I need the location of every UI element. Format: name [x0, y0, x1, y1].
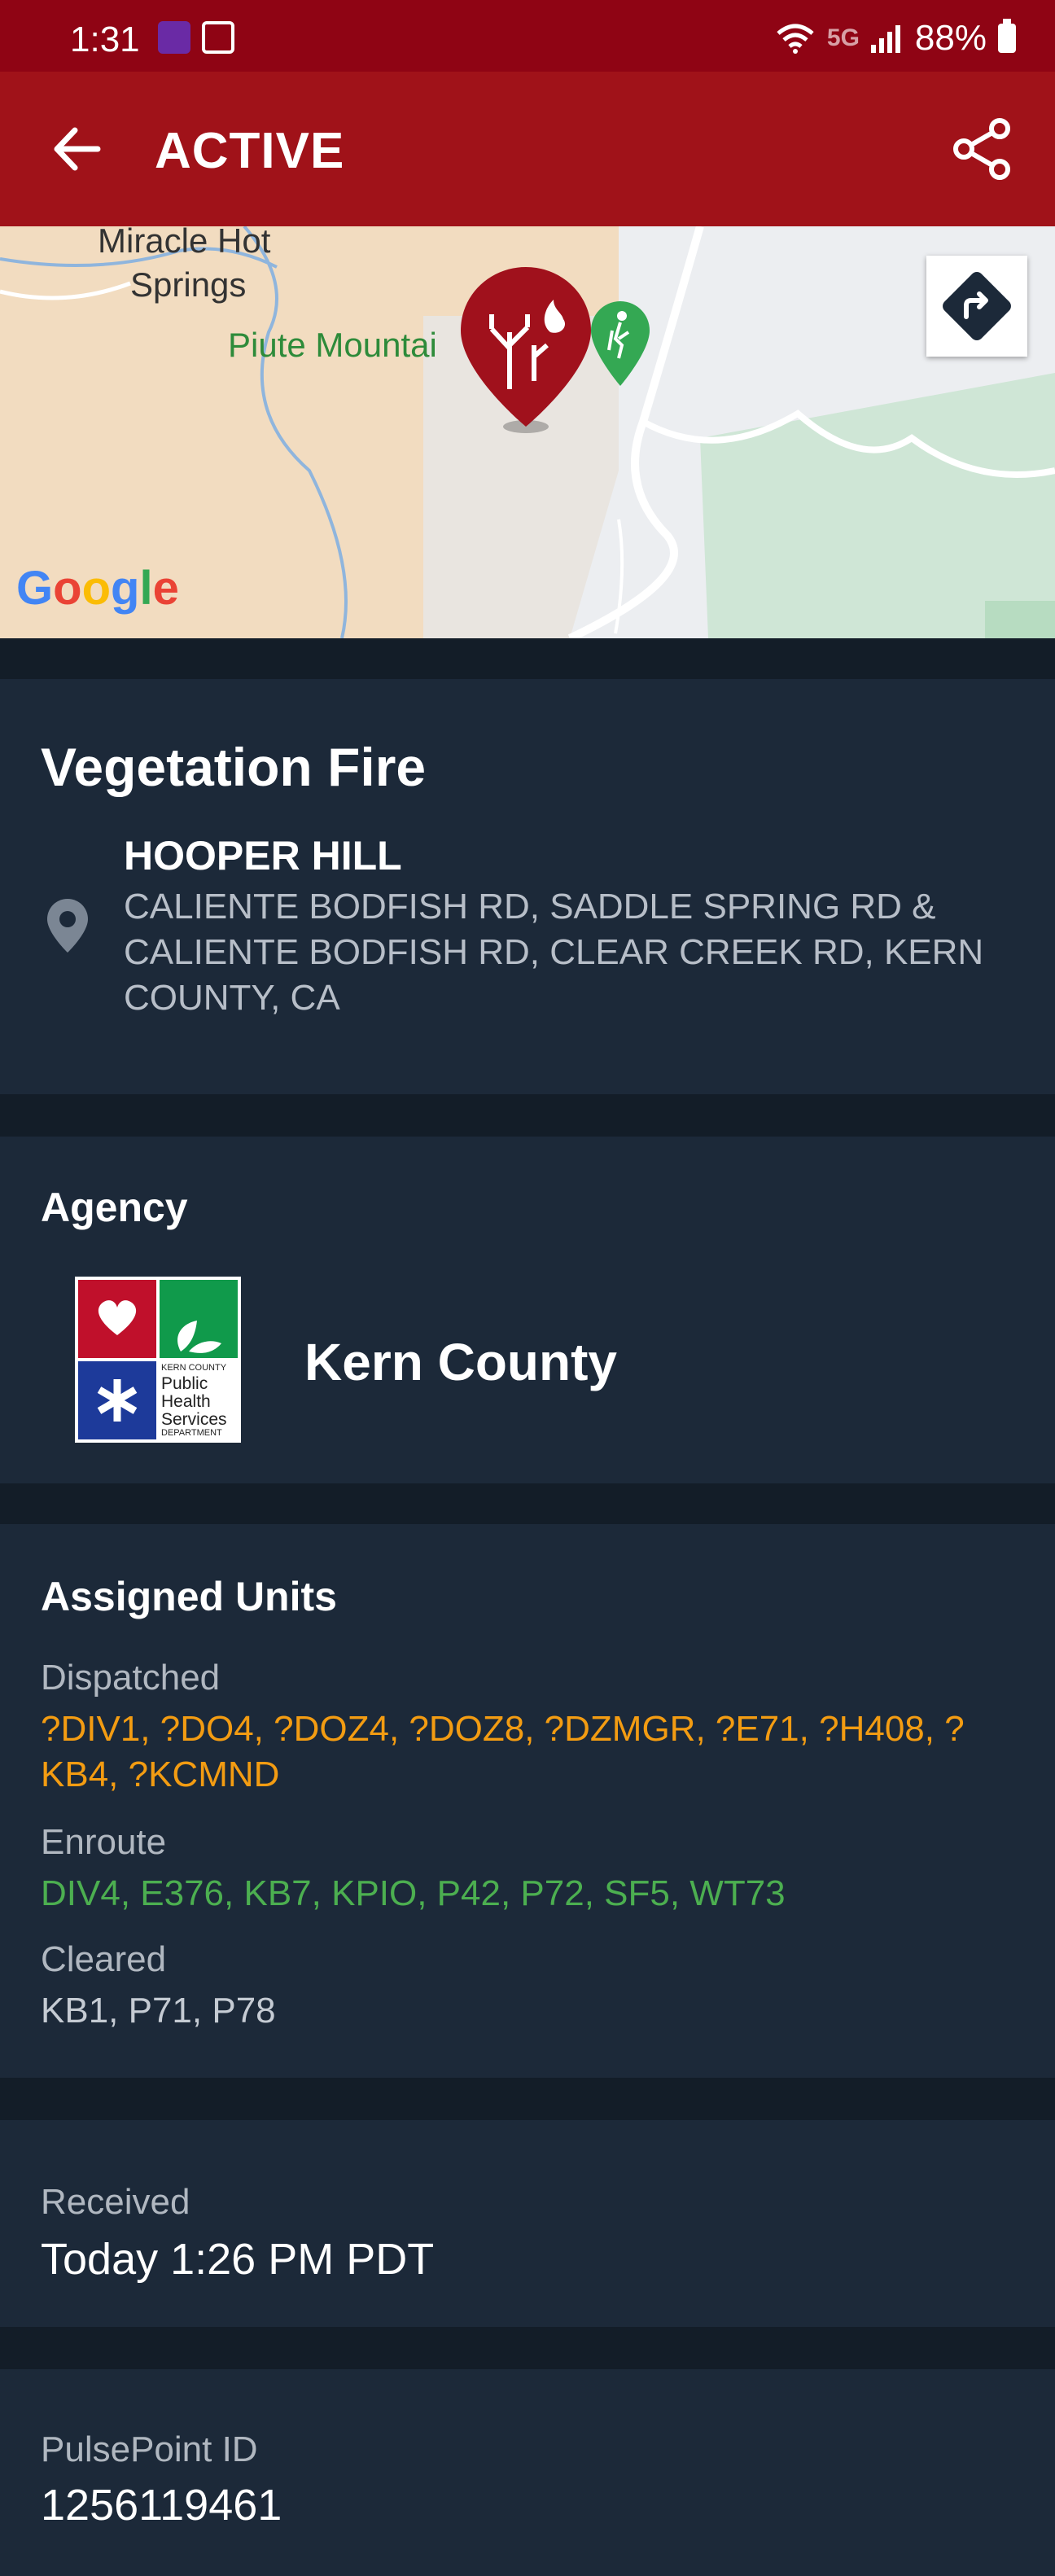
location-name: HOOPER HILL: [124, 833, 402, 878]
incident-map[interactable]: Miracle Hot Springs Piute Mountai Google: [0, 226, 1055, 638]
agency-logo-text-1: KERN COUNTY: [161, 1363, 227, 1373]
battery-percent: 88%: [914, 18, 987, 58]
incident-type: Vegetation Fire: [41, 737, 427, 797]
image-notification-icon: [202, 21, 234, 54]
wifi-icon: [777, 24, 814, 54]
location-address[interactable]: CALIENTE BODFISH RD, SADDLE SPRING RD & …: [124, 884, 1003, 1021]
battery-icon: [998, 19, 1016, 53]
cleared-label: Cleared: [41, 1939, 167, 1979]
page-title: ACTIVE: [155, 123, 345, 179]
google-logo: Google: [16, 562, 179, 615]
assigned-units-card: Assigned Units Dispatched ?DIV1, ?DO4, ?…: [0, 1524, 1055, 2078]
agency-section-title: Agency: [41, 1185, 188, 1230]
app-bar: ACTIVE: [0, 72, 1055, 226]
pulsepoint-id-label: PulsePoint ID: [41, 2429, 258, 2469]
received-label: Received: [41, 2182, 190, 2222]
status-bar: 1:31 5G 88%: [0, 0, 1055, 72]
network-type: 5G: [826, 24, 860, 51]
fire-marker-icon[interactable]: [461, 267, 591, 438]
hiking-trail-icon: [591, 301, 650, 386]
back-arrow-icon[interactable]: [41, 112, 114, 186]
agency-logo-text-5: DEPARTMENT: [161, 1428, 222, 1438]
incident-card: Vegetation Fire HOOPER HILL CALIENTE BOD…: [0, 679, 1055, 1094]
signal-icon: [870, 25, 900, 53]
agency-logo-text-2: Public: [161, 1374, 208, 1393]
map-label-piute-mountain: Piute Mountai: [228, 326, 437, 364]
directions-icon: [943, 272, 1011, 340]
system-status-icons: 5G 88%: [775, 18, 1016, 59]
received-value: Today 1:26 PM PDT: [41, 2235, 435, 2284]
dispatched-units: ?DIV1, ?DO4, ?DOZ4, ?DOZ8, ?DZMGR, ?E71,…: [41, 1709, 965, 1794]
notification-icons: [158, 21, 234, 54]
map-label-springs: Springs: [130, 265, 247, 304]
agency-name: Kern County: [304, 1333, 617, 1391]
received-card: Received Today 1:26 PM PDT: [0, 2120, 1055, 2327]
agency-logo-text-4: Services: [161, 1410, 227, 1429]
status-time: 1:31: [70, 20, 140, 59]
enroute-units: DIV4, E376, KB7, KPIO, P42, P72, SF5, WT…: [41, 1873, 786, 1913]
cleared-units: KB1, P71, P78: [41, 1991, 276, 2031]
enroute-label: Enroute: [41, 1822, 167, 1862]
agency-logo-text-3: Health: [161, 1392, 211, 1411]
dispatched-label: Dispatched: [41, 1658, 221, 1698]
location-pin-icon: [47, 899, 88, 953]
map-label-miracle-hot: Miracle Hot: [98, 226, 271, 260]
share-icon[interactable]: [946, 112, 1019, 186]
agency-logo: KERN COUNTY Public Health Services DEPAR…: [75, 1277, 241, 1443]
pulsepoint-id-card: PulsePoint ID 1256119461: [0, 2369, 1055, 2576]
app-notification-icon: [158, 21, 190, 54]
pulsepoint-id-value: 1256119461: [41, 2481, 282, 2530]
agency-card: Agency KERN COUNTY Public Health Service…: [0, 1137, 1055, 1483]
directions-button[interactable]: [926, 256, 1027, 357]
assigned-units-title: Assigned Units: [41, 1574, 337, 1619]
